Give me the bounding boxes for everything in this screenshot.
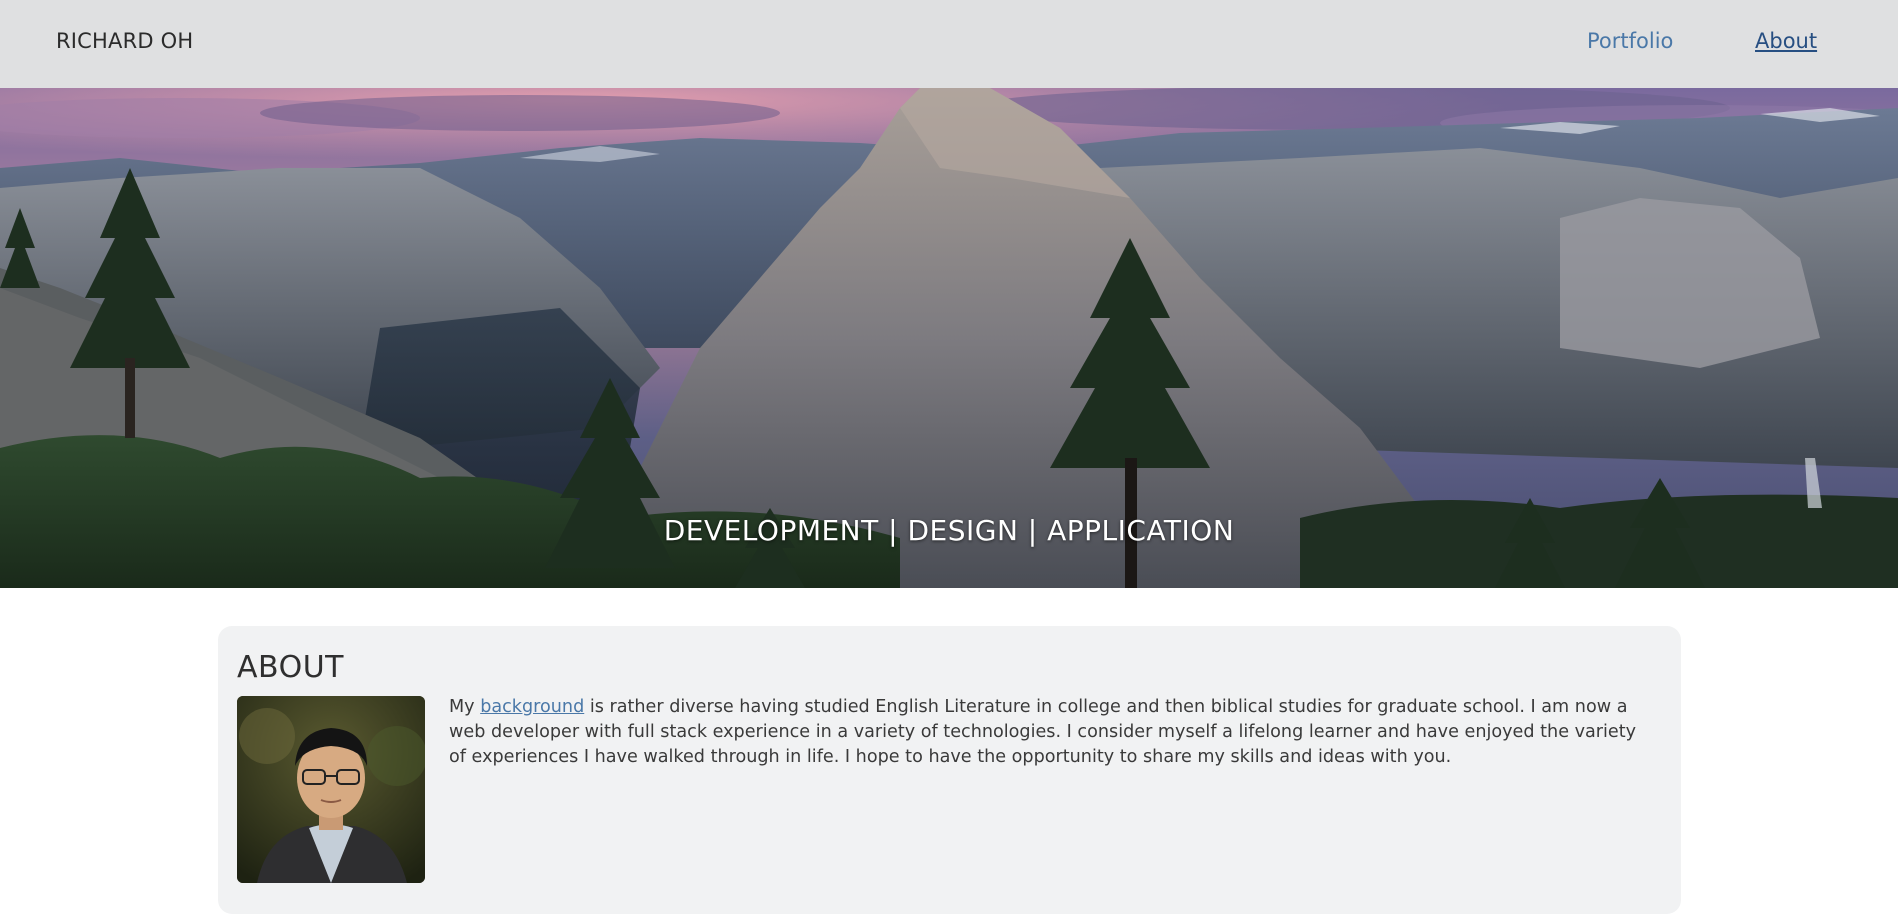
navbar: RICHARD OH Portfolio About [0,0,1898,88]
hero-landscape-image [0,88,1898,588]
about-heading: ABOUT [237,650,344,685]
about-text-start: My [449,697,481,717]
hero-banner: DEVELOPMENT | DESIGN | APPLICATION [0,88,1898,588]
brand-logo[interactable]: RICHARD OH [56,29,193,53]
about-card: ABOUT My background is rather diverse ha… [218,626,1681,914]
profile-photo-image [237,696,425,883]
hero-tagline: DEVELOPMENT | DESIGN | APPLICATION [663,514,1235,547]
nav-link-about[interactable]: About [1755,29,1817,53]
about-text-rest: is rather diverse having studied English… [449,697,1637,767]
about-description: My background is rather diverse having s… [449,695,1649,770]
nav-link-portfolio[interactable]: Portfolio [1587,29,1673,53]
profile-photo [237,696,425,883]
background-link[interactable]: background [480,697,584,717]
